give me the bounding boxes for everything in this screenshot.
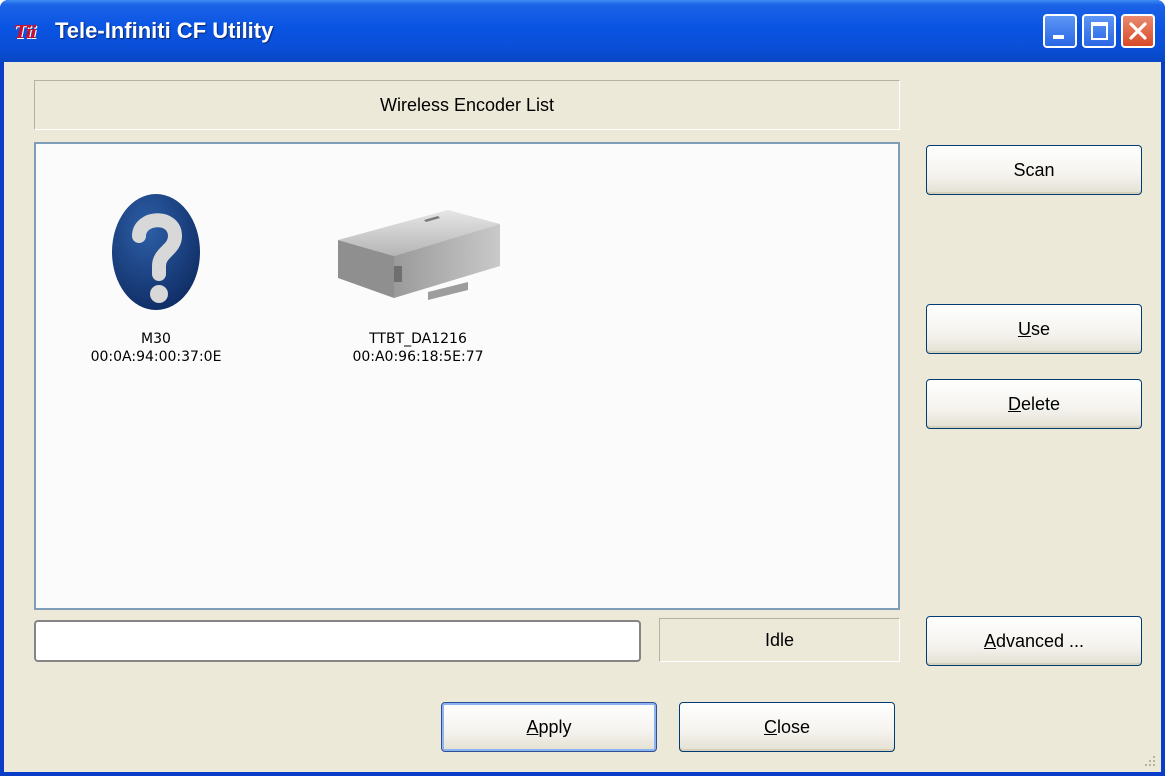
progress-bar [34, 620, 641, 662]
use-label: se [1030, 318, 1050, 339]
app-window: Tii Tele-Infiniti CF Utility Wireless En… [0, 0, 1165, 776]
close-button[interactable]: Close [679, 702, 895, 752]
encoder-mac: 00:A0:96:18:5E:77 [352, 349, 484, 365]
advanced-button[interactable]: Advanced ... [926, 616, 1142, 666]
delete-label: elete [1020, 393, 1061, 414]
apply-accelerator: A [526, 716, 539, 737]
close-window-button[interactable] [1121, 14, 1155, 48]
encoder-list-header: Wireless Encoder List [34, 80, 900, 130]
scan-button[interactable]: Scan [926, 145, 1142, 195]
encoder-item-ttbt[interactable]: TTBT_DA1216 00:A0:96:18:5E:77 [298, 190, 538, 366]
encoder-mac: 00:0A:94:00:37:0E [90, 349, 222, 365]
title-bar[interactable]: Tii Tele-Infiniti CF Utility [0, 0, 1165, 62]
question-mark-icon [112, 194, 200, 310]
maximize-button[interactable] [1082, 14, 1116, 48]
minimize-button[interactable] [1043, 14, 1077, 48]
close-icon [1129, 22, 1147, 40]
close-label: lose [776, 716, 811, 737]
delete-button[interactable]: Delete [926, 379, 1142, 429]
use-accelerator: U [1017, 318, 1031, 339]
app-logo-icon: Tii [14, 22, 37, 43]
apply-label: pply [538, 716, 572, 737]
advanced-label: dvanced ... [995, 630, 1085, 651]
resize-grip-icon[interactable] [1141, 752, 1157, 768]
encoder-name: M30 [141, 331, 171, 347]
encoder-list[interactable]: M30 00:0A:94:00:37:0E TTBT_DA1216 00:A0:… [34, 142, 900, 610]
encoder-device-icon [338, 210, 500, 300]
advanced-accelerator: A [983, 630, 996, 651]
apply-button[interactable]: Apply [441, 702, 657, 752]
status-label: Idle [659, 618, 900, 662]
encoder-item-m30[interactable]: M30 00:0A:94:00:37:0E [36, 190, 276, 366]
dialog-client-area: Wireless Encoder List M30 00:0A:94:00:37… [4, 62, 1161, 772]
close-accelerator: C [763, 716, 777, 737]
delete-accelerator: D [1007, 393, 1021, 414]
encoder-name: TTBT_DA1216 [369, 331, 467, 347]
use-button[interactable]: Use [926, 304, 1142, 354]
window-title: Tele-Infiniti CF Utility [55, 18, 274, 43]
